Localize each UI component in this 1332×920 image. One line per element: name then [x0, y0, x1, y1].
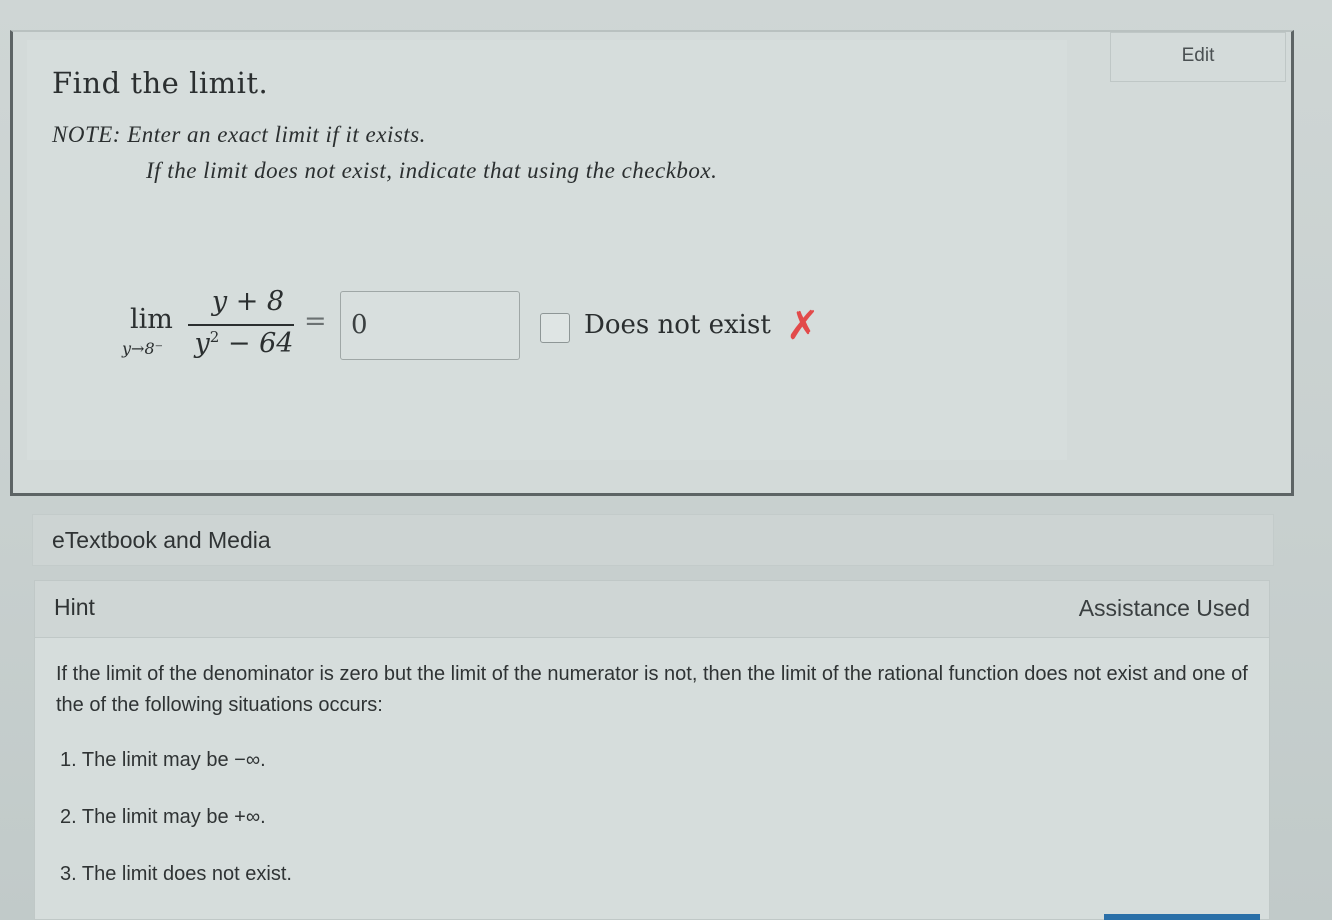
fraction-numerator: y + 8 — [211, 286, 285, 317]
assistance-used-label: Assistance Used — [1078, 595, 1250, 621]
equals-sign: = — [304, 306, 327, 337]
fraction-bar — [188, 324, 294, 326]
note-line-2: If the limit does not exist, indicate th… — [146, 158, 718, 183]
edit-button[interactable]: Edit — [1110, 32, 1286, 82]
page: Edit Find the limit. NOTE: Enter an exac… — [0, 0, 1332, 920]
question-title: Find the limit. — [52, 66, 269, 100]
x-mark-icon: ✗ — [786, 303, 820, 349]
does-not-exist-label[interactable]: Does not exist — [584, 310, 771, 340]
denominator-exponent: 2 — [209, 328, 220, 346]
denominator-rest: − 64 — [219, 328, 294, 359]
hint-item: 3. The limit does not exist. — [60, 863, 292, 885]
limit-expression: lim y→8⁻ y + 8 y2 − 64 = — [120, 284, 350, 374]
lim-subscript: y→8⁻ — [122, 339, 164, 358]
answer-input[interactable]: 0 — [340, 291, 520, 360]
note-line-1: NOTE: Enter an exact limit if it exists. — [52, 122, 426, 147]
denominator-base: y — [194, 328, 210, 359]
hint-text: If the limit of the denominator is zero … — [56, 663, 1248, 716]
etextbook-label[interactable]: eTextbook and Media — [52, 527, 271, 554]
hint-item: 2. The limit may be +∞. — [60, 806, 266, 828]
lim-operator: lim — [130, 304, 173, 335]
hint-item: 1. The limit may be −∞. — [60, 749, 266, 771]
fraction-denominator: y2 − 64 — [186, 328, 302, 359]
does-not-exist-checkbox[interactable] — [540, 313, 570, 343]
question-body — [27, 40, 1067, 460]
bottom-button-edge[interactable] — [1104, 914, 1260, 920]
hint-title[interactable]: Hint — [54, 594, 95, 621]
